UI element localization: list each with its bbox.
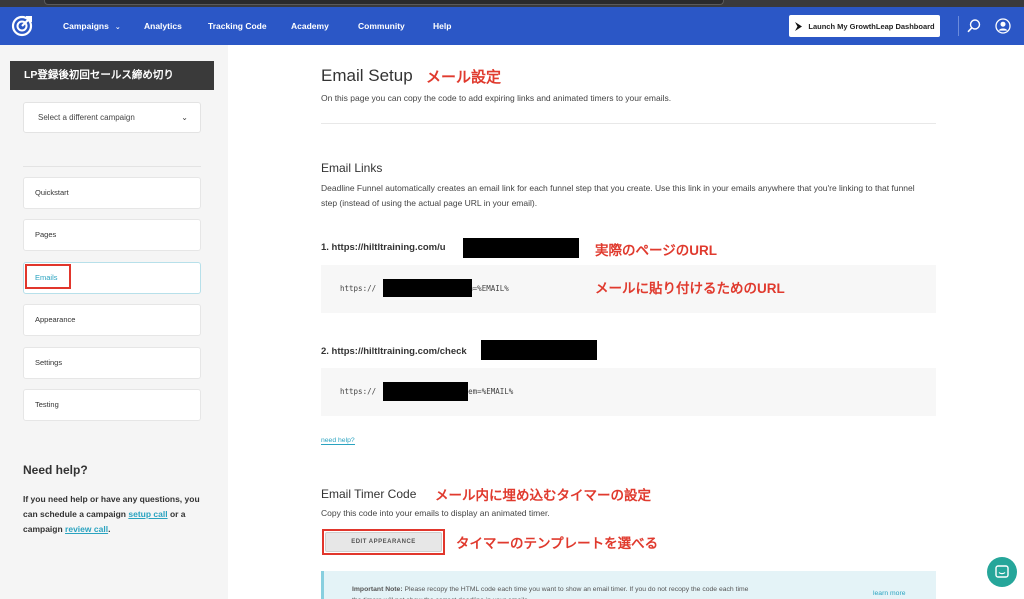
sidebar-item-quickstart[interactable]: Quickstart	[23, 177, 201, 209]
user-account-icon[interactable]	[995, 18, 1011, 34]
sidebar: LP登録後初回セールス締め切り Select a different campa…	[0, 45, 228, 599]
nav-campaigns[interactable]: Campaigns ⌄	[63, 7, 121, 45]
nav-analytics[interactable]: Analytics	[144, 7, 182, 45]
code-prefix: https://	[340, 387, 377, 396]
funnel-step-url-1: 1. https://hiltltraining.com/u	[321, 242, 446, 253]
section-divider	[321, 123, 936, 124]
browser-address-bar[interactable]	[44, 0, 724, 5]
nav-tracking-code[interactable]: Tracking Code	[208, 7, 267, 45]
redacted-url-block	[481, 340, 597, 360]
setup-call-link[interactable]: setup call	[128, 509, 167, 519]
sidebar-item-settings[interactable]: Settings	[23, 347, 201, 379]
sidebar-item-pages[interactable]: Pages	[23, 219, 201, 251]
redacted-url-block	[383, 382, 468, 401]
funnel-step-url-2: 2. https://hiltltraining.com/check	[321, 346, 467, 357]
annotation-timer-template: タイマーのテンプレートを選べる	[456, 536, 659, 551]
annotation-actual-page-url: 実際のページのURL	[595, 243, 717, 258]
campaign-select-dropdown[interactable]: Select a different campaign ⌄	[23, 102, 201, 133]
nav-community[interactable]: Community	[358, 7, 405, 45]
need-help-link[interactable]: need help?	[321, 437, 355, 445]
email-timer-description: Copy this code into your emails to displ…	[321, 508, 550, 518]
redacted-url-block	[463, 238, 579, 258]
deadline-funnel-logo-icon[interactable]	[11, 15, 33, 37]
important-note-box: Important Note: Please recopy the HTML c…	[321, 571, 936, 599]
annotation-highlight-box	[25, 264, 71, 289]
growthleap-logo-icon	[795, 21, 803, 31]
annotation-timer-settings: メール内に埋め込むタイマーの設定	[435, 488, 651, 503]
email-links-heading: Email Links	[321, 161, 383, 175]
sidebar-item-appearance[interactable]: Appearance	[23, 304, 201, 336]
learn-more-link[interactable]: learn more	[873, 590, 906, 597]
help-text-part: .	[108, 524, 111, 534]
top-navigation-bar: Campaigns ⌄ Analytics Tracking Code Acade…	[0, 7, 1024, 45]
chevron-down-icon: ⌄	[181, 113, 188, 122]
need-help-heading: Need help?	[23, 463, 88, 477]
nav-academy[interactable]: Academy	[291, 7, 329, 45]
campaign-select-label: Select a different campaign	[38, 113, 135, 122]
edit-appearance-button[interactable]: EDIT APPEARANCE	[325, 532, 442, 552]
launch-dashboard-button[interactable]: Launch My GrowthLeap Dashboard	[789, 15, 940, 37]
important-note-body: Please recopy the HTML code each time yo…	[352, 586, 749, 599]
page-title: Email Setup	[321, 66, 413, 85]
sidebar-item-testing[interactable]: Testing	[23, 389, 201, 421]
review-call-link[interactable]: review call	[65, 524, 108, 534]
nav-help[interactable]: Help	[433, 7, 451, 45]
browser-chrome-strip	[0, 0, 1024, 7]
redacted-url-block	[383, 279, 472, 297]
annotation-email-setup: メール設定	[426, 69, 502, 86]
sidebar-divider	[23, 166, 201, 167]
nav-campaigns-label: Campaigns	[63, 21, 109, 31]
search-icon[interactable]	[966, 18, 982, 34]
nav-divider	[958, 16, 959, 36]
annotation-email-url: メールに貼り付けるためのURL	[595, 281, 785, 296]
email-timer-heading: Email Timer Code	[321, 487, 417, 501]
need-help-text: If you need help or have any questions, …	[23, 492, 213, 537]
code-prefix: https://	[340, 284, 377, 293]
important-note-text: Important Note: Please recopy the HTML c…	[352, 584, 752, 599]
chat-bubble-icon	[995, 565, 1009, 578]
page-subtitle: On this page you can copy the code to ad…	[321, 93, 672, 103]
campaign-title: LP登録後初回セールス締め切り	[10, 61, 214, 90]
chevron-down-icon: ⌄	[114, 24, 121, 31]
chat-support-button[interactable]	[987, 557, 1017, 587]
important-note-label: Important Note:	[352, 586, 403, 593]
launch-dashboard-label: Launch My GrowthLeap Dashboard	[808, 21, 935, 31]
email-links-description: Deadline Funnel automatically creates an…	[321, 183, 915, 208]
